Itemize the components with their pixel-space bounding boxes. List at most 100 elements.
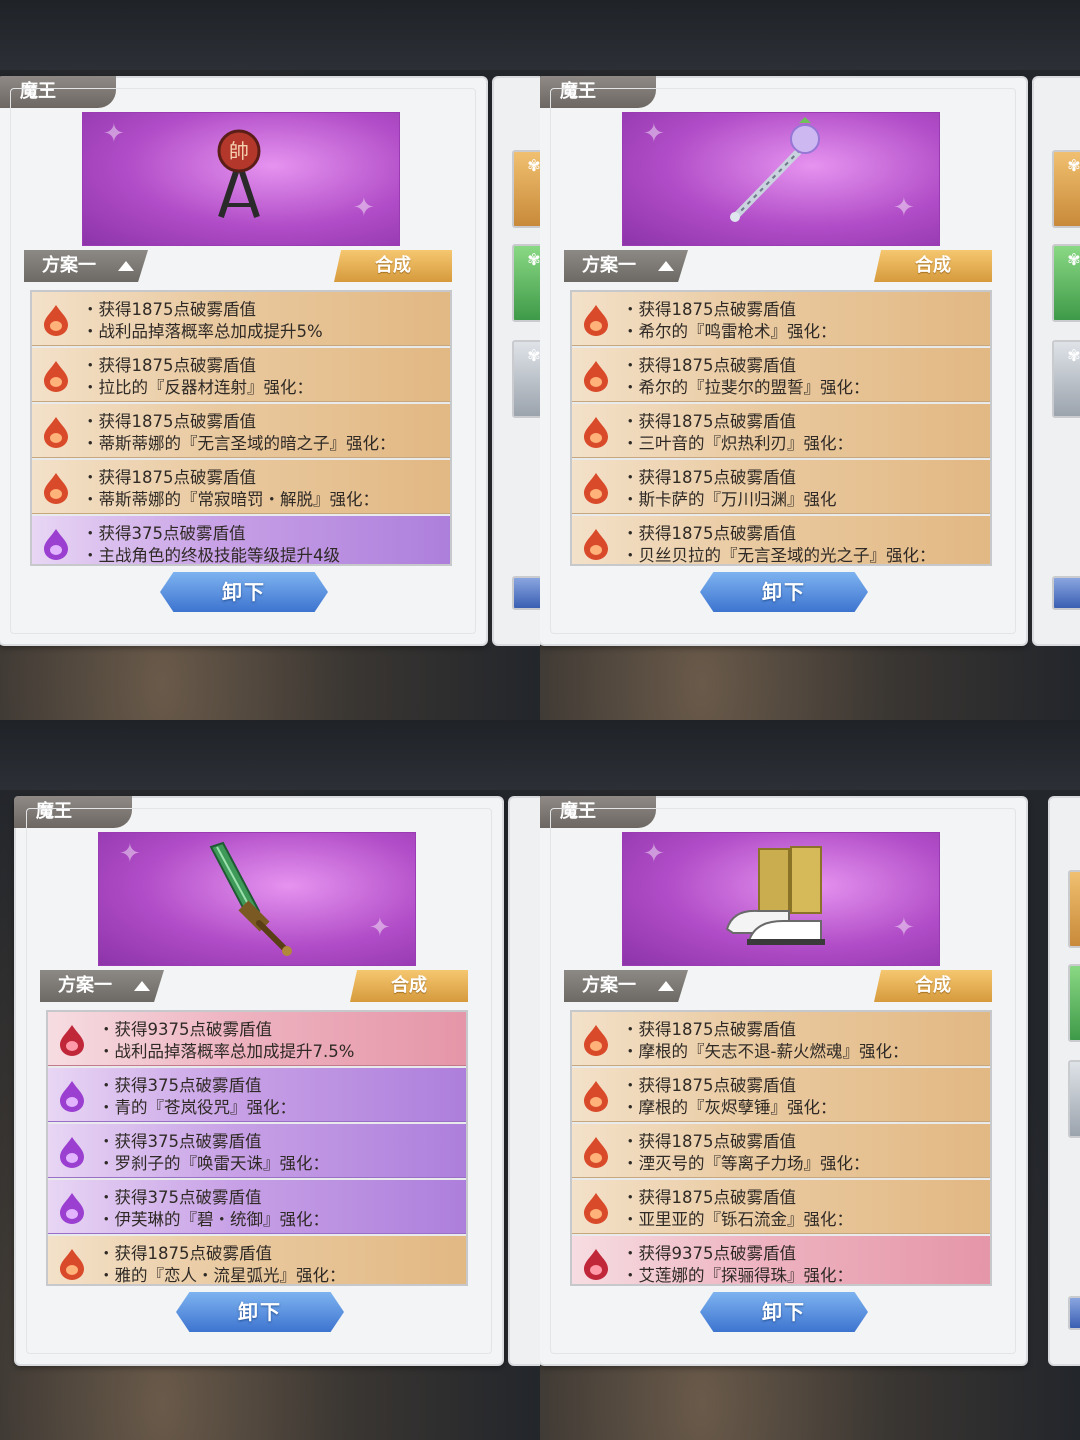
- equipment-panel: 魔王 ✦ ✦ 帥 方案一 合成 ・获得1875点破雾盾值 ・战利品掉落概率总加成提升…: [0, 76, 488, 646]
- affix-line: ・获得9375点破雾盾值: [622, 1244, 796, 1263]
- panel-title: 魔王: [14, 796, 132, 828]
- list-item[interactable]: ・获得1875点破雾盾值 ・亚里亚的『铄石流金』强化：: [572, 1180, 990, 1234]
- commander-seal-icon: 帥: [217, 129, 261, 218]
- list-item[interactable]: ・获得1875点破雾盾值・蒂斯蒂娜的『常寂暗罚・解脱』强化：: [32, 460, 450, 514]
- affix-list[interactable]: ・获得1875点破雾盾值 ・战利品掉落概率总加成提升5% ・获得1875点破雾盾值…: [30, 290, 452, 566]
- plan-selector-button[interactable]: 方案一: [564, 970, 688, 1002]
- list-item[interactable]: ・获得1875点破雾盾值・战利品掉落概率总加成提升5%: [32, 292, 450, 346]
- list-item[interactable]: ・获得9375点破雾盾值・艾莲娜的『探骊得珠』强化：: [572, 1236, 990, 1285]
- affix-line: ・罗刹子的『唤雷天诛』强化：: [98, 1154, 329, 1173]
- chevron-up-icon: [134, 981, 150, 991]
- side-panel: [508, 796, 540, 1366]
- list-item[interactable]: ・获得1875点破雾盾值 ・摩根的『矢志不退-薪火燃魂』强化：: [572, 1012, 990, 1066]
- affix-list[interactable]: ・获得1875点破雾盾值 ・摩根的『矢志不退-薪火燃魂』强化： ・获得1875点破…: [570, 1010, 992, 1286]
- affix-line: ・获得1875点破雾盾值: [622, 412, 796, 431]
- unload-button[interactable]: 卸下: [176, 1292, 344, 1332]
- item-art: ✦ ✦: [622, 832, 940, 966]
- side-card[interactable]: [512, 576, 540, 610]
- item-art: ✦ ✦: [622, 112, 940, 246]
- panel-title: 魔王: [0, 76, 116, 108]
- side-card[interactable]: ✾: [1068, 1060, 1080, 1138]
- red-gem-icon: [584, 361, 608, 392]
- craft-button[interactable]: 合成: [874, 250, 992, 282]
- affix-line: ・摩根的『矢志不退-薪火燃魂』强化：: [622, 1042, 909, 1061]
- list-item[interactable]: ・获得375点破雾盾值 ・伊芙琳的『碧・统御』强化：: [48, 1180, 466, 1234]
- side-panel: ✾ ✾ ✾: [1048, 796, 1080, 1366]
- red-gem-icon: [584, 305, 608, 336]
- red-gem-icon: [584, 417, 608, 448]
- list-item[interactable]: ・获得9375点破雾盾值 ・战利品掉落概率总加成提升7.5%: [48, 1012, 466, 1066]
- affix-line: ・蒂斯蒂娜的『无言圣域的暗之子』强化：: [82, 434, 396, 453]
- purple-gem-icon: [60, 1137, 84, 1168]
- crest-icon: ✾: [1067, 346, 1080, 365]
- list-item[interactable]: ・获得1875点破雾盾值 ・斯卡萨的『万川归渊』强化: [572, 460, 990, 514]
- crest-icon: ✾: [1067, 156, 1080, 175]
- red-gem-icon: [584, 1193, 608, 1224]
- list-item[interactable]: ・获得1875点破雾盾值 ・拉比的『反器材连射』强化：: [32, 348, 450, 402]
- screenshot-bottom-left: 魔王 ✦ ✦ 方案一 合成 ・获得9375点破雾盾值 ・战利品掉落概率总加成提升7.…: [0, 720, 540, 1440]
- craft-button[interactable]: 合成: [334, 250, 452, 282]
- plan-selector-button[interactable]: 方案一: [24, 250, 148, 282]
- affix-line: ・获得1875点破雾盾值: [98, 1244, 272, 1263]
- affix-line: ・艾莲娜的『探骊得珠』强化：: [622, 1266, 853, 1285]
- affix-line: ・三叶音的『炽热利刃』强化：: [622, 434, 853, 453]
- side-card[interactable]: ✾: [512, 244, 540, 322]
- side-card[interactable]: [1068, 1296, 1080, 1330]
- list-item[interactable]: ・获得375点破雾盾值 ・青的『苍岚役咒』强化：: [48, 1068, 466, 1122]
- affix-line: ・获得1875点破雾盾值: [82, 468, 256, 487]
- affix-list[interactable]: ・获得9375点破雾盾值 ・战利品掉落概率总加成提升7.5% ・获得375点破雾盾…: [46, 1010, 468, 1286]
- crimson-gem-icon: [60, 1025, 84, 1056]
- plan-selector-button[interactable]: 方案一: [564, 250, 688, 282]
- list-item[interactable]: ・获得1875点破雾盾值 ・蒂斯蒂娜的『无言圣域的暗之子』强化：: [32, 404, 450, 458]
- panel-title: 魔王: [540, 76, 656, 108]
- affix-line: ・获得375点破雾盾值: [98, 1132, 262, 1151]
- crest-icon: ✾: [1070, 970, 1080, 989]
- affix-list[interactable]: ・获得1875点破雾盾值 ・希尔的『鸣雷枪术』强化： ・获得1875点破雾盾值 ・希…: [570, 290, 992, 566]
- red-gem-icon: [44, 305, 68, 336]
- equipment-panel: 魔王 ✦ ✦ 方案一 合成 ・获得9375点破雾盾值 ・战利品掉落概率总加成提升7.…: [14, 796, 504, 1366]
- unload-button[interactable]: 卸下: [700, 572, 868, 612]
- red-gem-icon: [44, 473, 68, 504]
- list-item[interactable]: ・获得1875点破雾盾值 ・摩根的『灰烬孽锤』强化：: [572, 1068, 990, 1122]
- side-card[interactable]: ✾: [1052, 244, 1080, 322]
- side-card[interactable]: ✾: [1068, 964, 1080, 1042]
- list-item[interactable]: ・获得1875点破雾盾值 ・希尔的『拉斐尔的盟誓』强化：: [572, 348, 990, 402]
- crimson-gem-icon: [584, 1249, 608, 1280]
- list-item[interactable]: ・获得1875点破雾盾值 ・希尔的『鸣雷枪术』强化：: [572, 292, 990, 346]
- screenshot-top-left: 魔王 ✦ ✦ 帥 方案一 合成 ・获得1875点破雾盾值 ・战利品掉落概率总加成提升…: [0, 0, 540, 720]
- side-card[interactable]: ✾: [1052, 150, 1080, 228]
- affix-line: ・蒂斯蒂娜的『常寂暗罚・解脱』强化：: [82, 490, 379, 509]
- crest-icon: ✾: [1070, 1066, 1080, 1085]
- list-item[interactable]: ・获得1875点破雾盾值 ・贝丝贝拉的『无言圣域的光之子』强化：: [572, 516, 990, 565]
- affix-line: ・拉比的『反器材连射』强化：: [82, 378, 313, 397]
- equipment-panel: 魔王 ✦ ✦ 方案一 合成 ・获得1875点破雾盾值 ・摩根的『矢志不退-薪火燃魂』…: [540, 796, 1028, 1366]
- purple-gem-icon: [60, 1193, 84, 1224]
- item-art: ✦ ✦: [98, 832, 416, 966]
- panel-title: 魔王: [540, 796, 656, 828]
- crest-icon: ✾: [527, 250, 540, 269]
- affix-line: ・战利品掉落概率总加成提升7.5%: [98, 1042, 355, 1061]
- affix-line: ・亚里亚的『铄石流金』强化：: [622, 1210, 853, 1229]
- side-card[interactable]: ✾: [1068, 870, 1080, 948]
- list-item[interactable]: ・获得1875点破雾盾值 ・湮灭号的『等离子力场』强化：: [572, 1124, 990, 1178]
- affix-line: ・获得1875点破雾盾值: [82, 300, 256, 319]
- craft-button[interactable]: 合成: [874, 970, 992, 1002]
- equipment-panel: 魔王 ✦ ✦ 方案一 合成 ・获得1875点破雾盾值 ・希尔的『鸣雷枪术』强化： ・…: [540, 76, 1028, 646]
- list-item[interactable]: ・获得1875点破雾盾值・三叶音的『炽热利刃』强化：: [572, 404, 990, 458]
- list-item[interactable]: ・获得375点破雾盾值・罗刹子的『唤雷天诛』强化：: [48, 1124, 466, 1178]
- unload-button[interactable]: 卸下: [160, 572, 328, 612]
- list-item[interactable]: ・获得375点破雾盾值 ・主战角色的终极技能等级提升4级: [32, 516, 450, 564]
- craft-button[interactable]: 合成: [350, 970, 468, 1002]
- affix-line: ・贝丝贝拉的『无言圣域的光之子』强化：: [622, 546, 936, 565]
- chevron-up-icon: [118, 261, 134, 271]
- side-card[interactable]: [1052, 576, 1080, 610]
- unload-button[interactable]: 卸下: [700, 1292, 868, 1332]
- affix-line: ・希尔的『鸣雷枪术』强化：: [622, 322, 837, 341]
- side-card[interactable]: ✾: [512, 150, 540, 228]
- plan-selector-button[interactable]: 方案一: [40, 970, 164, 1002]
- side-card[interactable]: ✾: [1052, 340, 1080, 418]
- side-card[interactable]: ✾: [512, 340, 540, 418]
- affix-line: ・战利品掉落概率总加成提升5%: [82, 322, 323, 341]
- list-item[interactable]: ・获得1875点破雾盾值 ・雅的『恋人・流星弧光』强化：: [48, 1236, 466, 1284]
- affix-line: ・获得375点破雾盾值: [82, 524, 246, 543]
